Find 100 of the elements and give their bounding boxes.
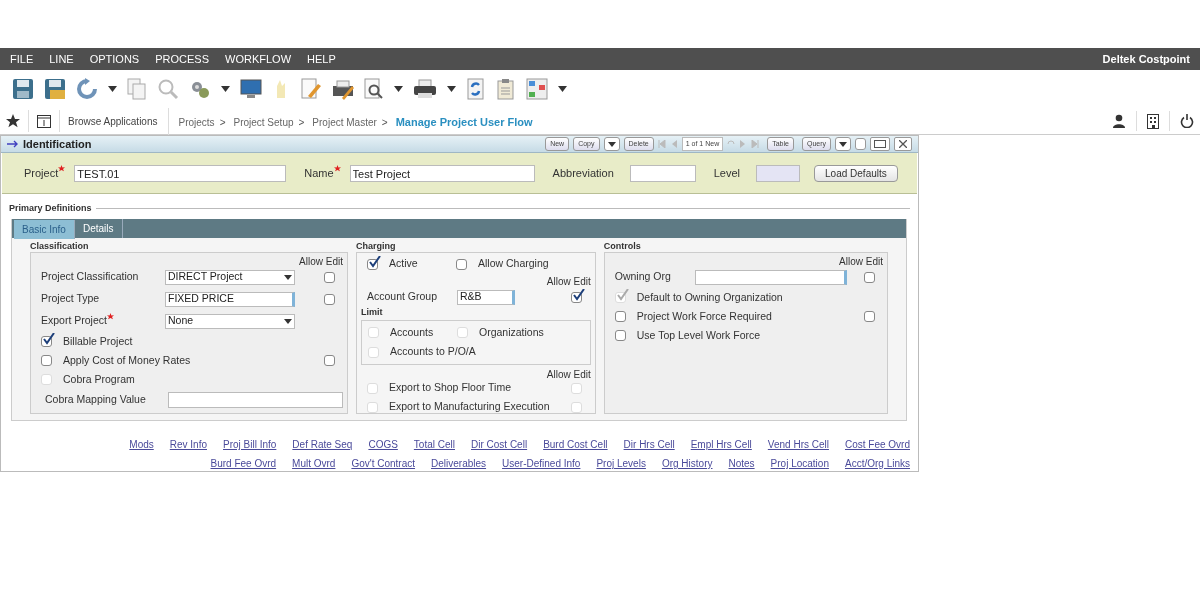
link[interactable]: Org History [661, 456, 713, 471]
input-field[interactable]: FIXED PRICE [165, 291, 295, 307]
column-header: Allow Edit [546, 275, 591, 286]
group-title: Controls [603, 240, 642, 252]
link[interactable]: Dir Hrs Cell [623, 437, 675, 452]
input-field[interactable] [694, 269, 847, 285]
link[interactable]: Proj Levels [596, 456, 646, 471]
print-preview-icon[interactable] [364, 78, 384, 100]
field-label: Level [713, 166, 741, 182]
link[interactable]: Notes [728, 456, 755, 471]
restore-button[interactable] [855, 138, 866, 150]
tab[interactable]: Basic Info [14, 220, 75, 239]
caret-icon[interactable] [108, 86, 117, 92]
user-icon[interactable] [1112, 114, 1126, 128]
edit-document-icon[interactable] [300, 78, 322, 100]
menu-item[interactable]: WORKFLOW [225, 50, 291, 68]
dropdown-button[interactable] [603, 137, 620, 151]
link[interactable]: Acct/Org Links [844, 456, 910, 471]
checkbox-label: Accounts to P/O/A [390, 344, 476, 360]
dropdown[interactable]: DIRECT Project [165, 269, 295, 285]
menu-item[interactable]: PROCESS [155, 50, 209, 68]
field-label: Cobra Mapping Value [45, 392, 147, 408]
link[interactable]: Vend Hrs Cell [767, 437, 829, 452]
browse-applications-link[interactable]: Browse Applications [68, 107, 169, 135]
checkbox[interactable] [41, 336, 52, 347]
link[interactable]: User-Defined Info [502, 456, 581, 471]
dropdown-button[interactable] [835, 137, 851, 151]
checkbox[interactable] [323, 293, 335, 305]
input-field[interactable] [168, 392, 343, 408]
star-icon[interactable] [6, 114, 20, 128]
checkbox[interactable] [614, 330, 626, 341]
power-icon[interactable] [1180, 114, 1194, 128]
close-button[interactable] [894, 137, 912, 151]
link[interactable]: Empl Hrs Cell [690, 437, 752, 452]
dropdown[interactable]: None [165, 313, 295, 329]
checkbox[interactable] [863, 271, 875, 283]
link[interactable]: Dir Cost Cell [471, 437, 528, 452]
checkbox[interactable] [323, 271, 335, 283]
link[interactable]: Deliverables [431, 456, 487, 471]
printer-icon[interactable] [413, 78, 437, 100]
checkbox[interactable] [41, 355, 52, 366]
checkbox-label: Active [389, 256, 418, 272]
link[interactable]: Def Rate Seq [292, 437, 353, 452]
checkbox[interactable] [323, 355, 335, 366]
section-title: Identification [23, 136, 93, 152]
link[interactable]: Total Cell [413, 437, 455, 452]
field-label: Project Classification [41, 269, 139, 285]
building-icon[interactable] [1147, 113, 1159, 129]
link[interactable]: Mods [129, 437, 154, 452]
menu-item[interactable]: OPTIONS [89, 50, 140, 68]
field-label: Project [24, 166, 59, 182]
checkbox[interactable] [571, 291, 583, 303]
save-icon[interactable] [12, 78, 34, 100]
menu-item[interactable]: HELP [307, 50, 336, 68]
tab[interactable]: Details [74, 219, 123, 238]
caret-icon[interactable] [558, 86, 567, 92]
clipboard-icon[interactable] [496, 78, 516, 100]
breadcrumb-link[interactable]: Projects [178, 115, 215, 130]
window-icon[interactable] [37, 114, 51, 128]
checkbox[interactable] [614, 311, 626, 322]
link[interactable]: Gov't Contract [351, 456, 416, 471]
search-icon[interactable] [157, 78, 179, 100]
column-header: Allow Edit [546, 367, 591, 379]
monitor-icon[interactable] [240, 78, 262, 100]
link[interactable]: Burd Fee Ovrd [210, 456, 277, 471]
caret-icon[interactable] [447, 86, 456, 92]
input-field[interactable] [629, 165, 696, 182]
save-folder-icon[interactable] [44, 78, 66, 100]
input-field[interactable]: TEST.01 [74, 165, 287, 182]
caret-icon [284, 274, 292, 280]
caret-icon[interactable] [221, 86, 230, 92]
checkbox[interactable] [456, 258, 467, 270]
breadcrumb-link[interactable]: Project Setup [233, 115, 294, 130]
link[interactable]: Proj Location [770, 456, 829, 471]
link[interactable]: COGS [368, 437, 398, 452]
input-field[interactable]: Test Project [349, 165, 535, 182]
workflow-icon[interactable] [526, 78, 548, 100]
menu-item[interactable]: LINE [49, 50, 74, 68]
sync-document-icon[interactable] [466, 78, 486, 100]
input-field[interactable]: R&B [457, 289, 515, 305]
caret-icon[interactable] [394, 86, 403, 92]
checkbox-label: Use Top Level Work Force [636, 327, 761, 343]
checkbox-label: Accounts [390, 324, 434, 340]
breadcrumb-link[interactable]: Project Master [312, 115, 377, 130]
link[interactable]: Burd Cost Cell [543, 437, 608, 452]
checkbox[interactable] [863, 311, 875, 322]
link[interactable]: Proj Bill Info [223, 437, 277, 452]
required-icon [58, 165, 66, 172]
checkbox[interactable] [367, 258, 378, 270]
printer-settings-icon[interactable] [332, 78, 354, 100]
menu-item[interactable]: FILE [10, 50, 34, 68]
group-title: Classification [30, 240, 90, 252]
maximize-button[interactable] [870, 137, 890, 151]
link[interactable]: Rev Info [169, 437, 207, 452]
load-defaults-button[interactable]: Load Defaults [814, 165, 898, 182]
field-label: Project Type [41, 291, 100, 307]
copy-icon[interactable] [127, 78, 147, 100]
link[interactable]: Mult Ovrd [292, 456, 336, 471]
link[interactable]: Cost Fee Ovrd [844, 437, 910, 452]
checkbox-label: Project Work Force Required [636, 308, 772, 324]
